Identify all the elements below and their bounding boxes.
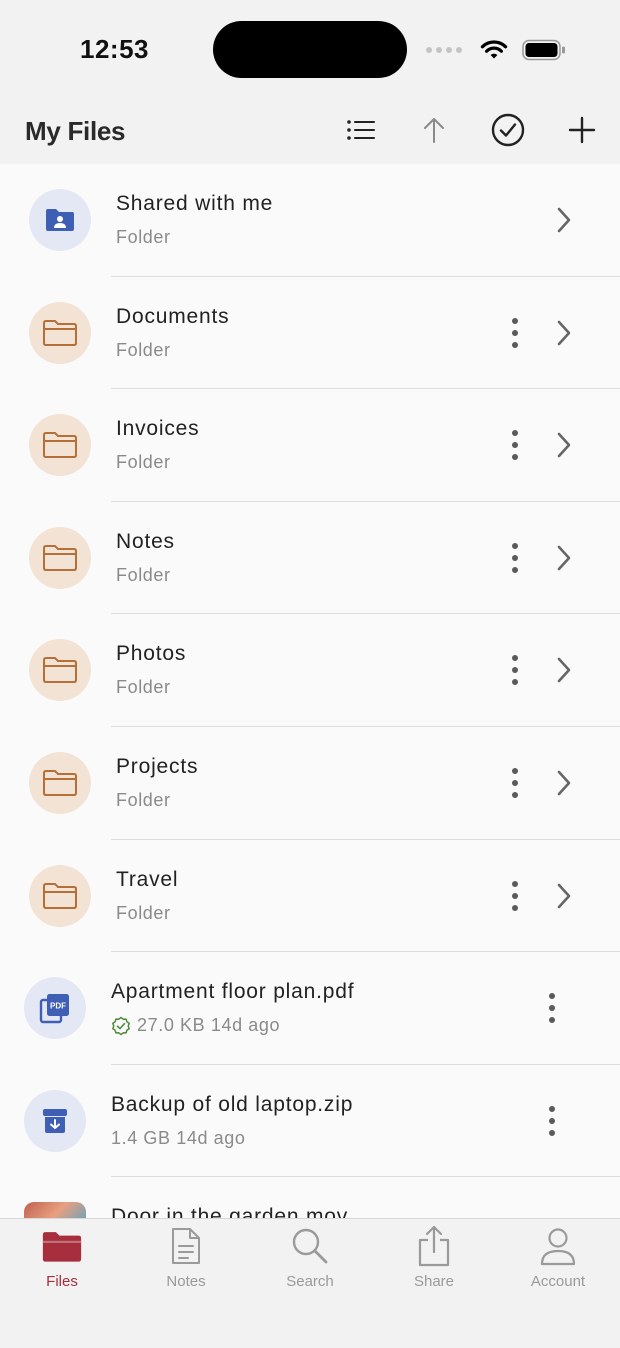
select-button[interactable] xyxy=(488,110,528,150)
more-options-button[interactable] xyxy=(500,650,530,690)
list-item-invoices[interactable]: Invoices Folder xyxy=(0,389,620,502)
more-options-button[interactable] xyxy=(537,988,567,1028)
dynamic-island xyxy=(213,21,407,78)
chevron-right-icon[interactable] xyxy=(552,767,576,799)
folder-icon xyxy=(29,526,91,589)
item-title: Travel xyxy=(116,867,179,891)
list-item-backup-zip[interactable]: Backup of old laptop.zip 1.4 GB 14d ago xyxy=(0,1065,620,1178)
list-item-apartment-floor-plan[interactable]: PDF Apartment floor plan.pdf 27.0 KB 14d… xyxy=(0,952,620,1065)
list-item-projects[interactable]: Projects Folder xyxy=(0,727,620,840)
list-icon xyxy=(347,120,375,140)
share-icon xyxy=(414,1225,454,1267)
list-item-door-in-the-garden[interactable]: Door in the garden.mov xyxy=(0,1177,620,1218)
list-item-notes[interactable]: Notes Folder xyxy=(0,502,620,615)
item-title: Apartment floor plan.pdf xyxy=(111,980,355,1004)
svg-text:PDF: PDF xyxy=(50,1002,66,1011)
more-options-button[interactable] xyxy=(500,538,530,578)
chevron-right-icon[interactable] xyxy=(552,429,576,461)
item-subtitle: 1.4 GB 14d ago xyxy=(111,1127,246,1148)
tab-label: Search xyxy=(286,1273,334,1290)
chevron-right-icon[interactable] xyxy=(552,542,576,574)
tab-search[interactable]: Search xyxy=(248,1219,372,1299)
item-subtitle: Folder xyxy=(116,339,171,360)
tab-share[interactable]: Share xyxy=(372,1219,496,1299)
person-icon xyxy=(538,1225,578,1267)
item-subtitle: Folder xyxy=(116,452,171,473)
checkmark-circle-icon xyxy=(491,113,525,147)
item-title: Projects xyxy=(116,754,199,778)
more-options-button[interactable] xyxy=(500,876,530,916)
chevron-right-icon[interactable] xyxy=(552,204,576,236)
list-view-button[interactable] xyxy=(341,110,381,150)
tab-label: Notes xyxy=(166,1273,206,1290)
more-options-button[interactable] xyxy=(500,425,530,465)
list-item-travel[interactable]: Travel Folder xyxy=(0,840,620,953)
tab-account[interactable]: Account xyxy=(496,1219,620,1299)
verified-badge-icon xyxy=(112,1016,130,1035)
tab-files[interactable]: Files xyxy=(0,1219,124,1299)
document-icon xyxy=(166,1225,206,1267)
item-title: Invoices xyxy=(116,417,200,441)
folder-icon xyxy=(29,639,91,702)
add-button[interactable] xyxy=(562,110,602,150)
cellular-signal-icon xyxy=(426,47,462,53)
tab-label: Account xyxy=(530,1273,586,1290)
item-title: Shared with me xyxy=(116,192,274,215)
item-title: Notes xyxy=(116,529,175,553)
chevron-right-icon[interactable] xyxy=(552,654,576,686)
wifi-icon xyxy=(480,40,508,59)
page-title: My Files xyxy=(25,116,126,146)
status-bar: 12:53 xyxy=(0,0,620,100)
pdf-icon: PDF xyxy=(24,977,86,1040)
plus-icon xyxy=(568,116,596,144)
tab-label: Share xyxy=(413,1273,455,1290)
sort-button[interactable] xyxy=(414,110,454,150)
battery-icon xyxy=(522,39,565,61)
item-title: Door in the garden.mov xyxy=(111,1205,349,1218)
more-options-button[interactable] xyxy=(500,763,530,803)
chevron-right-icon[interactable] xyxy=(552,317,576,349)
folder-icon xyxy=(29,301,91,364)
item-title: Backup of old laptop.zip xyxy=(111,1092,354,1116)
status-time: 12:53 xyxy=(80,34,149,64)
item-subtitle: Folder xyxy=(116,564,171,585)
item-subtitle: Folder xyxy=(116,789,171,810)
tab-bar: Files Notes Search Share Account xyxy=(0,1218,620,1348)
item-title: Documents xyxy=(116,304,230,328)
item-subtitle: Folder xyxy=(116,227,171,247)
search-icon xyxy=(290,1225,330,1267)
video-thumbnail xyxy=(24,1202,86,1218)
archive-icon xyxy=(24,1089,86,1152)
shared-folder-icon xyxy=(29,189,91,251)
tab-notes[interactable]: Notes xyxy=(124,1219,248,1299)
more-options-button[interactable] xyxy=(500,313,530,353)
item-subtitle: Folder xyxy=(116,902,171,923)
item-subtitle: Folder xyxy=(116,677,171,698)
arrow-up-icon xyxy=(424,118,444,143)
list-item-documents[interactable]: Documents Folder xyxy=(0,277,620,390)
list-item-photos[interactable]: Photos Folder xyxy=(0,614,620,727)
status-icons xyxy=(426,38,566,62)
file-list[interactable]: Shared with me Folder Documents Folder I… xyxy=(0,164,620,1218)
item-title: Photos xyxy=(116,642,187,666)
more-options-button[interactable] xyxy=(537,1101,567,1141)
list-item-shared-with-me[interactable]: Shared with me Folder xyxy=(0,164,620,277)
folder-icon xyxy=(29,864,91,927)
item-subtitle: 27.0 KB 14d ago xyxy=(111,1015,280,1036)
folder-icon xyxy=(29,414,91,477)
chevron-right-icon[interactable] xyxy=(552,880,576,912)
folder-icon xyxy=(42,1225,82,1267)
header: My Files xyxy=(0,100,620,164)
folder-icon xyxy=(29,751,91,814)
tab-label: Files xyxy=(46,1273,78,1290)
